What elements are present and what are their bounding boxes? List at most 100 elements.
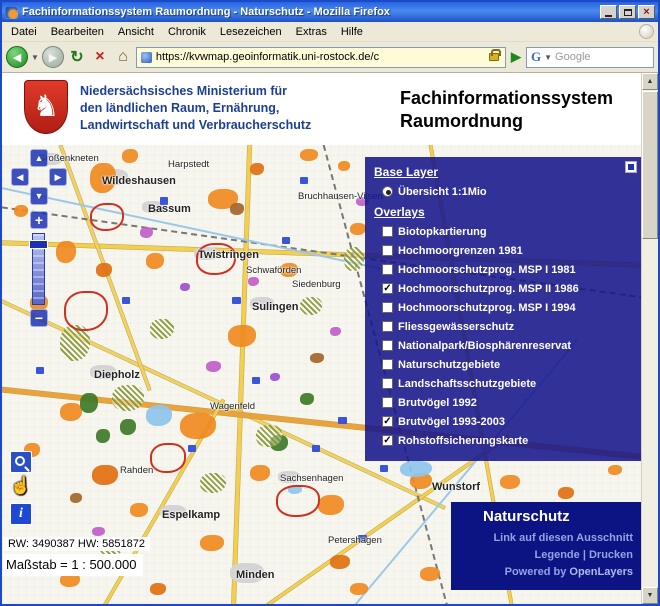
map-place-label: Bassum xyxy=(148,203,191,215)
stop-button[interactable]: × xyxy=(90,46,110,68)
map-overlay-patch xyxy=(350,223,366,235)
pan-left-button[interactable]: ◀ xyxy=(11,168,29,186)
map-canvas[interactable]: GroßenknetenWildeshausenHarpstedtBassumB… xyxy=(2,145,641,604)
overlay-label[interactable]: Brutvögel 1993-2003 xyxy=(398,416,505,428)
overlay-checkbox[interactable] xyxy=(382,378,393,389)
menu-item-bearbeiten[interactable]: Bearbeiten xyxy=(44,23,111,41)
overlay-row: Hochmoorschutzprog. MSP I 1994 xyxy=(374,298,639,317)
overlay-checkbox[interactable]: ✓ xyxy=(382,435,393,446)
minimize-button[interactable] xyxy=(600,5,617,19)
pan-up-button[interactable]: ▲ xyxy=(30,149,48,167)
overlay-row: Naturschutzgebiete xyxy=(374,355,639,374)
back-button[interactable]: ◀ xyxy=(6,46,28,68)
vertical-scrollbar[interactable]: ▲ ▼ xyxy=(641,73,658,604)
overlay-list: Biotopkartierung Hochmoorgrenzen 1981 Hoch… xyxy=(374,222,639,450)
overlay-checkbox[interactable] xyxy=(382,359,393,370)
url-bar[interactable]: https://kvwmap.geoinformatik.uni-rostock… xyxy=(136,47,506,68)
overlay-label[interactable]: Landschaftsschutzgebiete xyxy=(398,378,536,390)
map-overlay-patch xyxy=(300,177,308,184)
map-overlay-patch xyxy=(250,163,264,175)
overlay-checkbox[interactable] xyxy=(382,226,393,237)
home-button[interactable]: ⌂ xyxy=(113,46,133,68)
menu-item-chronik[interactable]: Chronik xyxy=(161,23,213,41)
menu-item-lesezeichen[interactable]: Lesezeichen xyxy=(213,23,289,41)
base-layer-row: Übersicht 1:1Mio xyxy=(374,182,639,201)
map-overlay-patch xyxy=(312,445,320,452)
go-button[interactable]: ▶ xyxy=(509,49,523,65)
reload-button[interactable]: ↻ xyxy=(67,46,87,68)
base-layer-radio[interactable] xyxy=(382,186,393,197)
pan-hand-tool[interactable]: ☝ xyxy=(10,475,32,497)
map-overlay-patch xyxy=(96,263,112,277)
menu-item-ansicht[interactable]: Ansicht xyxy=(111,23,161,41)
overlay-checkbox[interactable]: ✓ xyxy=(382,416,393,427)
magnifier-icon xyxy=(15,456,25,466)
zoom-slider-handle[interactable] xyxy=(29,240,48,249)
map-overlay-patch xyxy=(180,413,216,439)
maximize-icon xyxy=(624,9,632,16)
zoom-in-button[interactable]: + xyxy=(30,211,48,229)
overlays-heading: Overlays xyxy=(374,205,639,219)
map-overlay-patch xyxy=(558,487,574,499)
overlay-label[interactable]: Hochmoorschutzprog. MSP I 1994 xyxy=(398,302,576,314)
info-tool[interactable]: i xyxy=(10,503,32,525)
close-button[interactable]: × xyxy=(638,5,655,19)
menu-item-datei[interactable]: Datei xyxy=(4,23,44,41)
maximize-button[interactable] xyxy=(619,5,636,19)
map-overlay-patch xyxy=(232,297,241,304)
overlay-checkbox[interactable] xyxy=(382,302,393,313)
map-overlay-patch xyxy=(92,465,118,485)
menu-item-hilfe[interactable]: Hilfe xyxy=(334,23,370,41)
map-overlay-patch xyxy=(60,403,82,421)
history-dropdown-icon[interactable]: ▼ xyxy=(31,53,39,62)
map-place-label: Sulingen xyxy=(252,301,298,313)
pan-right-button[interactable]: ▶ xyxy=(49,168,67,186)
overlay-checkbox[interactable] xyxy=(382,340,393,351)
overlay-checkbox[interactable] xyxy=(382,397,393,408)
pan-down-button[interactable]: ▼ xyxy=(30,187,48,205)
map-overlay-patch xyxy=(608,465,622,475)
overlay-label[interactable]: Rohstoffsicherungskarte xyxy=(398,435,528,447)
link-legende[interactable]: Legende xyxy=(535,549,580,561)
overlay-row: Landschaftsschutzgebiete xyxy=(374,374,639,393)
overlay-label[interactable]: Biotopkartierung xyxy=(398,226,487,238)
search-placeholder: Google xyxy=(555,51,649,63)
overlay-checkbox[interactable] xyxy=(382,245,393,256)
overlay-label[interactable]: Brutvögel 1992 xyxy=(398,397,477,409)
zoom-box-tool[interactable] xyxy=(10,451,32,473)
scroll-up-button[interactable]: ▲ xyxy=(642,73,658,90)
scrollbar-thumb[interactable] xyxy=(642,91,658,239)
link-drucken[interactable]: Drucken xyxy=(589,549,633,561)
search-box[interactable]: G ▼ Google xyxy=(526,47,654,68)
overlay-label[interactable]: Naturschutzgebiete xyxy=(398,359,500,371)
scroll-down-button[interactable]: ▼ xyxy=(642,587,658,604)
overlay-checkbox[interactable] xyxy=(382,321,393,332)
overlay-label[interactable]: Nationalpark/Biosphärenreservat xyxy=(398,340,571,352)
search-engine-dropdown-icon[interactable]: ▼ xyxy=(544,53,552,62)
map-overlay-patch xyxy=(150,583,166,595)
powered-by-text: Powered by xyxy=(505,566,570,578)
forward-button[interactable]: ▶ xyxy=(42,46,64,68)
map-overlay-patch xyxy=(270,373,280,381)
overlay-label[interactable]: Hochmoorschutzprog. MSP II 1986 xyxy=(398,283,579,295)
map-overlay-patch xyxy=(96,429,110,443)
link-ausschnitt[interactable]: Link auf diesen Ausschnitt xyxy=(493,532,633,544)
menu-item-extras[interactable]: Extras xyxy=(289,23,334,41)
map-overlay-patch xyxy=(200,473,226,493)
map-overlay-patch xyxy=(310,353,324,363)
overlay-label[interactable]: Fliessgewässerschutz xyxy=(398,321,514,333)
hand-icon: ☝ xyxy=(10,476,31,496)
overlay-label[interactable]: Hochmoorgrenzen 1981 xyxy=(398,245,523,257)
map-place-label: Espelkamp xyxy=(162,509,220,521)
map-place-label: Diepholz xyxy=(94,369,140,381)
base-layer-label[interactable]: Übersicht 1:1Mio xyxy=(398,186,487,198)
layer-switcher-minimize-button[interactable] xyxy=(625,161,637,173)
zoom-out-button[interactable]: − xyxy=(30,309,48,327)
zoom-slider-track[interactable] xyxy=(32,233,45,305)
overlay-checkbox[interactable]: ✓ xyxy=(382,283,393,294)
map-place-label: Harpstedt xyxy=(168,159,209,170)
overlay-checkbox[interactable] xyxy=(382,264,393,275)
map-overlay-patch xyxy=(420,567,440,581)
overlay-label[interactable]: Hochmoorschutzprog. MSP I 1981 xyxy=(398,264,576,276)
link-openlayers[interactable]: OpenLayers xyxy=(569,566,633,578)
